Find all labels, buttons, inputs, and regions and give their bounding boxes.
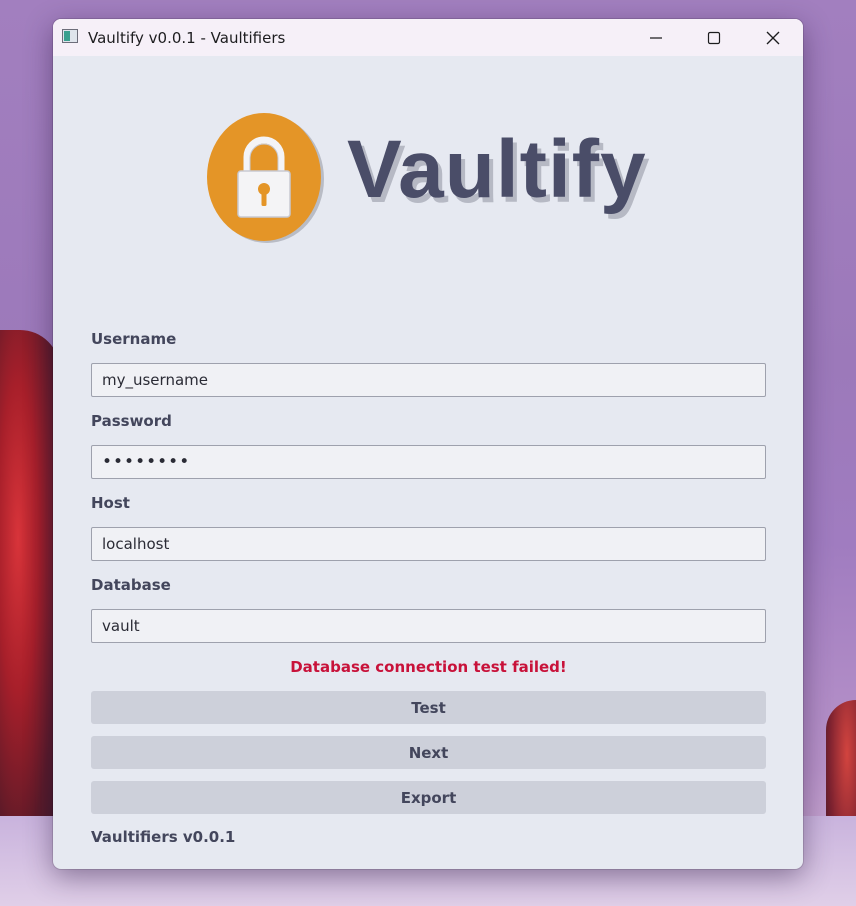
app-window: Vaultify v0.0.1 - Vaultifiers Vaultify U… bbox=[53, 19, 803, 869]
app-window-icon bbox=[62, 29, 78, 43]
host-input[interactable]: localhost bbox=[91, 527, 766, 561]
next-button[interactable]: Next bbox=[91, 736, 766, 769]
window-title: Vaultify v0.0.1 - Vaultifiers bbox=[88, 29, 286, 47]
connection-error-message: Database connection test failed! bbox=[290, 658, 567, 676]
title-bar[interactable]: Vaultify v0.0.1 - Vaultifiers bbox=[53, 19, 803, 56]
password-input[interactable]: •••••••• bbox=[91, 445, 766, 479]
app-logo: Vaultify bbox=[205, 111, 646, 251]
host-label: Host bbox=[91, 494, 130, 512]
maximize-icon bbox=[707, 31, 721, 44]
database-label: Database bbox=[91, 576, 171, 594]
logo-circle bbox=[207, 113, 321, 241]
test-button[interactable]: Test bbox=[91, 691, 766, 724]
close-button[interactable] bbox=[744, 19, 802, 56]
password-label: Password bbox=[91, 412, 172, 430]
minimize-icon bbox=[650, 36, 662, 39]
wallpaper-rock-left bbox=[0, 330, 60, 850]
close-icon bbox=[766, 31, 780, 44]
maximize-button[interactable] bbox=[685, 19, 743, 56]
username-input[interactable]: my_username bbox=[91, 363, 766, 397]
database-input[interactable]: vault bbox=[91, 609, 766, 643]
username-label: Username bbox=[91, 330, 177, 348]
padlock-icon bbox=[237, 136, 291, 218]
logo-wordmark: Vaultify bbox=[347, 124, 647, 215]
minimize-button[interactable] bbox=[627, 19, 685, 56]
footer-version: Vaultifiers v0.0.1 bbox=[91, 828, 236, 846]
export-button[interactable]: Export bbox=[91, 781, 766, 814]
